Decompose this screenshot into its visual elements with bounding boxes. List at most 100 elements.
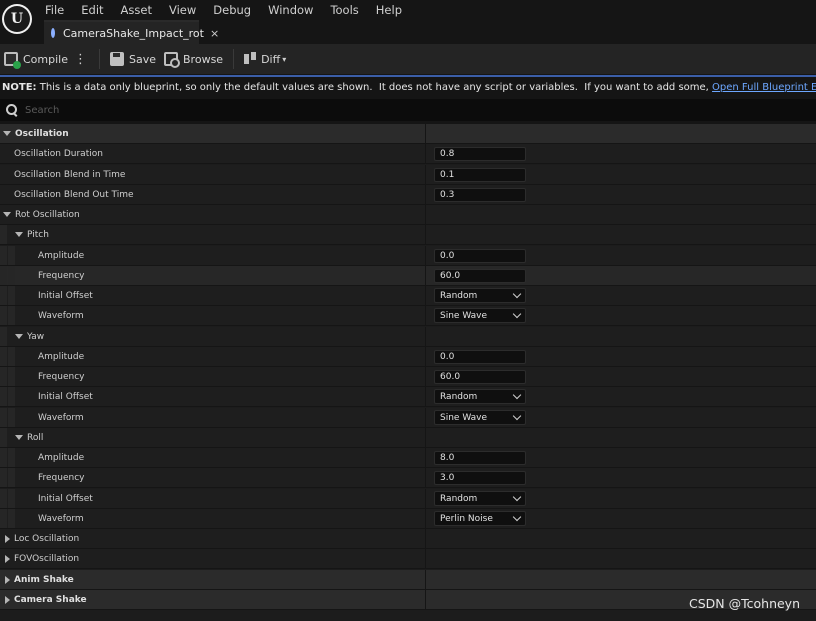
indent-guide: [8, 306, 15, 325]
property-row[interactable]: Oscillation Blend Out Time 0.3: [0, 185, 816, 205]
property-value-cell: 0.8: [426, 144, 816, 163]
property-row[interactable]: Waveform Sine Wave: [0, 306, 816, 326]
property-label: Roll: [27, 432, 44, 443]
details-panel: Oscillation Oscillation Duration 0.8 Oscill…: [0, 124, 816, 621]
property-row[interactable]: Amplitude 0.0: [0, 347, 816, 367]
category-row[interactable]: Oscillation: [0, 124, 816, 144]
menu-debug[interactable]: Debug: [213, 2, 251, 18]
property-name-cell: Waveform: [0, 408, 425, 427]
note-prefix: NOTE:: [2, 81, 37, 93]
property-row[interactable]: Waveform Sine Wave: [0, 408, 816, 428]
property-name-cell: Roll: [0, 428, 425, 447]
property-name-cell: Rot Oscillation: [0, 205, 425, 224]
property-row[interactable]: Rot Oscillation: [0, 205, 816, 225]
collapse-arrow-icon[interactable]: [5, 554, 10, 563]
property-name-cell: Oscillation: [0, 124, 425, 143]
numeric-field[interactable]: 0.3: [434, 187, 526, 202]
expand-arrow-icon[interactable]: [15, 334, 23, 339]
menu-file[interactable]: File: [45, 2, 64, 18]
compile-button[interactable]: Compile: [0, 48, 72, 70]
property-row[interactable]: Frequency 60.0: [0, 266, 816, 286]
property-row[interactable]: Pitch: [0, 225, 816, 245]
enum-dropdown[interactable]: Sine Wave: [434, 308, 526, 323]
numeric-value: 0.8: [440, 148, 455, 159]
property-row[interactable]: Oscillation Duration 0.8: [0, 144, 816, 164]
property-row[interactable]: Loc Oscillation: [0, 529, 816, 549]
property-row[interactable]: Amplitude 0.0: [0, 246, 816, 266]
property-row[interactable]: Initial Offset Random: [0, 286, 816, 306]
numeric-value: 0.1: [440, 169, 455, 180]
indent-guide: [8, 387, 15, 406]
numeric-field[interactable]: 8.0: [434, 450, 526, 465]
property-row[interactable]: Initial Offset Random: [0, 489, 816, 509]
expand-arrow-icon[interactable]: [15, 232, 23, 237]
expand-arrow-icon[interactable]: [3, 212, 11, 217]
asset-tab[interactable]: CameraShake_Impact_rot ×: [44, 20, 219, 44]
property-label: Yaw: [27, 331, 45, 342]
property-row[interactable]: Yaw: [0, 327, 816, 347]
enum-dropdown[interactable]: Random: [434, 389, 526, 404]
search-input[interactable]: [25, 104, 785, 116]
close-tab-button[interactable]: ×: [210, 27, 219, 40]
save-button[interactable]: Save: [106, 48, 160, 70]
menu-edit[interactable]: Edit: [81, 2, 103, 18]
indent-guide: [0, 387, 7, 406]
indent-guide: [8, 408, 15, 427]
blueprint-icon: [51, 28, 55, 38]
property-label: Waveform: [38, 310, 84, 321]
numeric-field[interactable]: 0.1: [434, 167, 526, 182]
compile-options-button[interactable]: ⋮: [74, 52, 87, 67]
property-name-cell: Amplitude: [0, 347, 425, 366]
enum-dropdown[interactable]: Perlin Noise: [434, 511, 526, 526]
numeric-field[interactable]: 60.0: [434, 268, 526, 283]
property-row[interactable]: FOVOscillation: [0, 549, 816, 569]
collapse-arrow-icon[interactable]: [5, 534, 10, 543]
property-name-cell: Frequency: [0, 367, 425, 386]
browse-button[interactable]: Browse: [160, 48, 227, 70]
diff-button[interactable]: Diff ▾: [240, 48, 290, 70]
property-row[interactable]: Roll: [0, 428, 816, 448]
numeric-field[interactable]: 0.0: [434, 248, 526, 263]
property-value-cell: [426, 225, 816, 244]
collapse-arrow-icon[interactable]: [5, 575, 10, 584]
indent-guide: [0, 225, 7, 244]
unreal-logo-icon[interactable]: U: [2, 4, 32, 34]
property-value-cell: 0.0: [426, 347, 816, 366]
collapse-arrow-icon[interactable]: [5, 595, 10, 604]
property-row[interactable]: Oscillation Blend in Time 0.1: [0, 165, 816, 185]
menu-help[interactable]: Help: [376, 2, 402, 18]
property-value-cell: [426, 327, 816, 346]
property-name-cell: Oscillation Blend in Time: [0, 165, 425, 184]
indent-guide: [8, 448, 15, 467]
enum-dropdown[interactable]: Random: [434, 491, 526, 506]
open-full-editor-link[interactable]: Open Full Blueprint Editor: [712, 82, 816, 93]
numeric-value: 60.0: [440, 270, 461, 281]
property-row[interactable]: Amplitude 8.0: [0, 448, 816, 468]
dropdown-value: Random: [440, 290, 478, 301]
menu-tools[interactable]: Tools: [330, 2, 358, 18]
numeric-field[interactable]: 60.0: [434, 369, 526, 384]
indent-guide: [0, 286, 7, 305]
property-label: Anim Shake: [14, 574, 74, 585]
menu-window[interactable]: Window: [268, 2, 313, 18]
property-row[interactable]: Frequency 3.0: [0, 468, 816, 488]
property-value-cell: Sine Wave: [426, 306, 816, 325]
menu-asset[interactable]: Asset: [121, 2, 152, 18]
category-row[interactable]: Anim Shake: [0, 570, 816, 590]
property-row[interactable]: Waveform Perlin Noise: [0, 509, 816, 529]
numeric-field[interactable]: 0.0: [434, 349, 526, 364]
property-row[interactable]: Initial Offset Random: [0, 387, 816, 407]
menu-view[interactable]: View: [169, 2, 196, 18]
numeric-field[interactable]: 3.0: [434, 470, 526, 485]
numeric-value: 3.0: [440, 472, 455, 483]
numeric-value: 8.0: [440, 452, 455, 463]
note-text: This is a data only blueprint, so only t…: [36, 81, 713, 93]
numeric-field[interactable]: 0.8: [434, 146, 526, 161]
enum-dropdown[interactable]: Random: [434, 288, 526, 303]
property-row[interactable]: Frequency 60.0: [0, 367, 816, 387]
browse-icon: [164, 52, 181, 68]
enum-dropdown[interactable]: Sine Wave: [434, 410, 526, 425]
expand-arrow-icon[interactable]: [15, 435, 23, 440]
expand-arrow-icon[interactable]: [3, 131, 11, 136]
property-value-cell: 8.0: [426, 448, 816, 467]
